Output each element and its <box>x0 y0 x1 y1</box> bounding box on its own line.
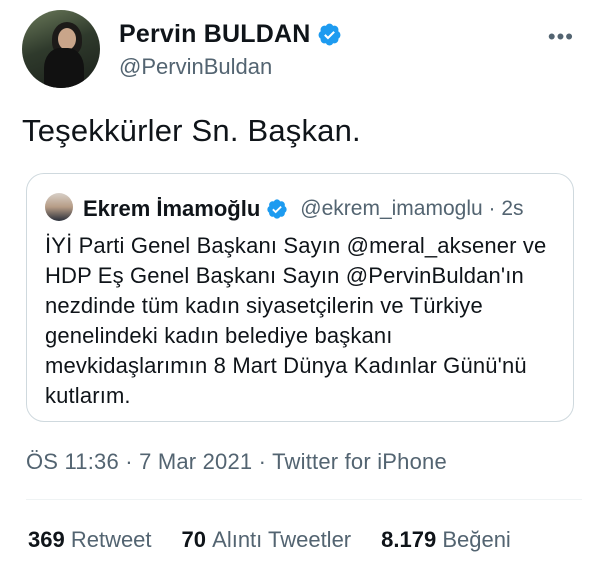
quoted-header: Ekrem İmamoğlu @ekrem_imamoglu · 2s <box>83 196 524 222</box>
quote-tweets-label: Alıntı Tweetler <box>212 527 352 552</box>
likes-stat[interactable]: 8.179 Beğeni <box>381 527 511 553</box>
author-avatar[interactable] <box>22 10 100 88</box>
retweet-stat[interactable]: 369 Retweet <box>28 527 152 553</box>
quoted-text-line: kutlarım. <box>45 383 131 408</box>
quoted-text-line: genelindeki kadın belediye başkanı <box>45 323 393 348</box>
avatar-body <box>44 48 84 88</box>
quoted-display-name: Ekrem İmamoğlu <box>83 196 261 221</box>
engagement-stats: 369 Retweet 70 Alıntı Tweetler 8.179 Beğ… <box>28 527 541 553</box>
quoted-text-line: nezdinde tüm kadın siyasetçilerin ve Tür… <box>45 293 483 318</box>
likes-count: 8.179 <box>381 527 443 552</box>
more-options-icon[interactable]: ••• <box>548 24 574 50</box>
tweet-timestamp[interactable]: ÖS 11:36 · 7 Mar 2021 · Twitter for iPho… <box>26 449 447 475</box>
author-display-name[interactable]: Pervin BULDAN <box>119 20 311 49</box>
tweet-text: Teşekkürler Sn. Başkan. <box>22 113 361 148</box>
retweet-count: 369 <box>28 527 71 552</box>
quoted-author-avatar <box>45 193 73 221</box>
quoted-text-line: mevkidaşlarımın 8 Mart Dünya Kadınlar Gü… <box>45 353 527 378</box>
quoted-verified-badge-icon <box>267 199 287 219</box>
quote-tweets-stat[interactable]: 70 Alıntı Tweetler <box>182 527 352 553</box>
quoted-text-line: İYİ Parti Genel Başkanı Sayın @meral_aks… <box>45 233 547 258</box>
quoted-tweet[interactable]: Ekrem İmamoğlu @ekrem_imamoglu · 2s İYİ … <box>26 173 574 422</box>
quoted-handle-time: @ekrem_imamoglu · 2s <box>300 197 524 220</box>
quoted-text: İYİ Parti Genel Başkanı Sayın @meral_aks… <box>45 231 560 411</box>
author-handle[interactable]: @PervinBuldan <box>119 54 272 80</box>
author-name-line: Pervin BULDAN <box>119 20 342 49</box>
avatar-face <box>58 28 76 50</box>
tweet-header: Pervin BULDAN @PervinBuldan ••• <box>22 10 582 88</box>
verified-badge-icon <box>318 23 340 46</box>
quote-tweets-count: 70 <box>181 527 213 552</box>
retweet-label: Retweet <box>70 527 152 552</box>
divider <box>26 499 582 500</box>
quoted-text-line: HDP Eş Genel Başkanı Sayın @PervinBuldan… <box>45 263 524 288</box>
likes-label: Beğeni <box>442 527 511 552</box>
